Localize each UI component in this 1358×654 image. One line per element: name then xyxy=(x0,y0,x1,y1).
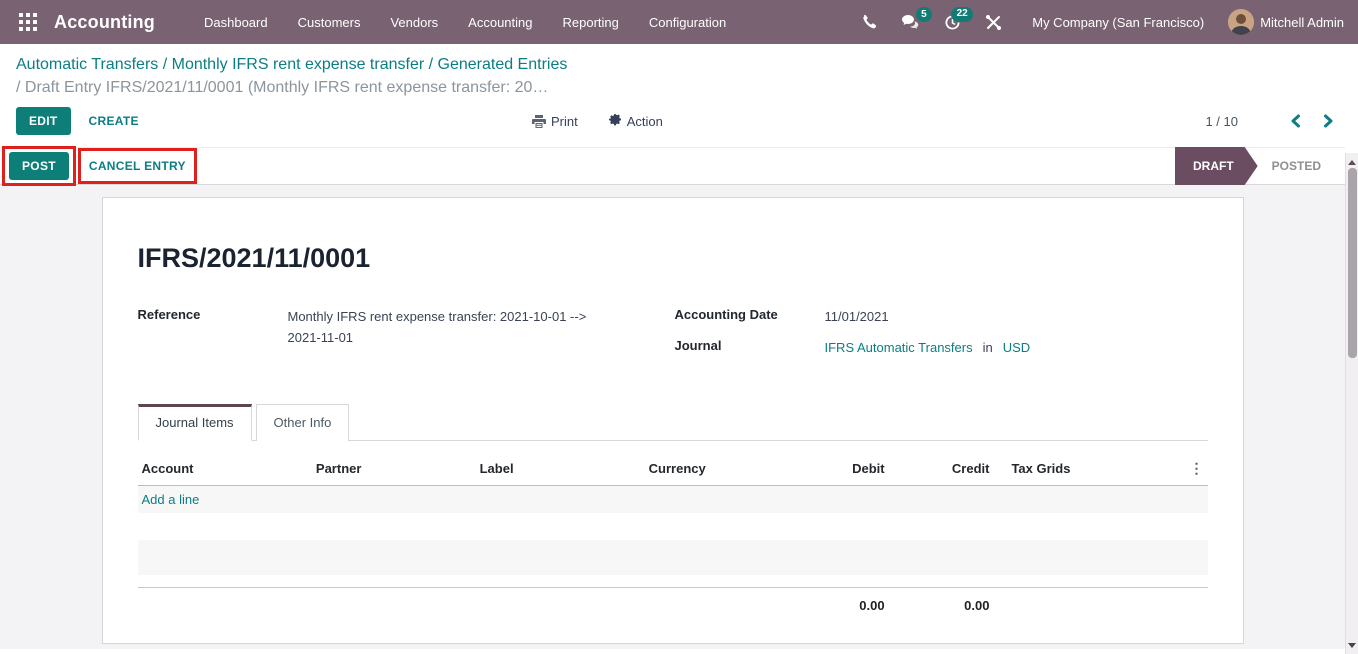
status-widget: DRAFT POSTED xyxy=(1175,147,1345,185)
add-line-row: Add a line xyxy=(138,485,1208,513)
vertical-scrollbar[interactable] xyxy=(1345,153,1358,654)
field-group: Reference Monthly IFRS rent expense tran… xyxy=(138,306,1208,369)
totals-row: 0.00 0.00 xyxy=(138,588,1208,624)
cancel-annotation-box: CANCEL ENTRY xyxy=(78,148,197,184)
activities-badge: 22 xyxy=(951,7,973,22)
breadcrumb: Automatic Transfers / Monthly IFRS rent … xyxy=(0,44,1358,97)
scroll-down-icon[interactable] xyxy=(1348,643,1356,648)
company-switcher[interactable]: My Company (San Francisco) xyxy=(1032,15,1204,30)
top-navbar: Accounting Dashboard Customers Vendors A… xyxy=(0,0,1358,44)
tools-icon[interactable] xyxy=(985,14,1002,31)
notebook-tabs: Journal Items Other Info xyxy=(138,403,1208,441)
pager-previous-icon[interactable] xyxy=(1290,114,1301,128)
col-currency[interactable]: Currency xyxy=(645,451,780,486)
menu-vendors[interactable]: Vendors xyxy=(375,0,453,44)
messages-badge: 5 xyxy=(916,7,933,22)
print-menu[interactable]: Print xyxy=(532,114,578,129)
print-label: Print xyxy=(551,114,578,129)
status-draft[interactable]: DRAFT xyxy=(1175,147,1258,185)
cancel-entry-button[interactable]: CANCEL ENTRY xyxy=(89,159,186,173)
breadcrumb-links[interactable]: Automatic Transfers / Monthly IFRS rent … xyxy=(16,56,1342,74)
accounting-date-value: 11/01/2021 xyxy=(825,306,889,327)
reference-value: Monthly IFRS rent expense transfer: 2021… xyxy=(288,306,623,349)
col-account[interactable]: Account xyxy=(138,451,312,486)
post-annotation-box: POST xyxy=(2,146,76,186)
form-statusbar: POST CANCEL ENTRY DRAFT POSTED xyxy=(0,147,1345,185)
menu-dashboard[interactable]: Dashboard xyxy=(189,0,283,44)
messages-icon[interactable]: 5 xyxy=(901,14,920,30)
table-header-row: Account Partner Label Currency Debit Cre… xyxy=(138,451,1208,486)
journal-in-text: in xyxy=(983,340,993,355)
edit-button[interactable]: EDIT xyxy=(16,107,71,135)
apps-menu-icon[interactable] xyxy=(14,8,42,36)
action-menu[interactable]: Action xyxy=(608,114,663,129)
menu-configuration[interactable]: Configuration xyxy=(634,0,741,44)
entry-name-title: IFRS/2021/11/0001 xyxy=(138,243,1208,274)
col-label[interactable]: Label xyxy=(476,451,645,486)
action-label: Action xyxy=(627,114,663,129)
app-title[interactable]: Accounting xyxy=(54,12,155,33)
col-tax-grids[interactable]: Tax Grids xyxy=(993,451,1179,486)
scrollbar-thumb[interactable] xyxy=(1348,168,1357,358)
printer-icon xyxy=(532,115,546,128)
record-pager: 1 / 10 xyxy=(1205,114,1342,129)
user-avatar xyxy=(1228,9,1254,35)
user-name: Mitchell Admin xyxy=(1260,15,1344,30)
post-button[interactable]: POST xyxy=(9,152,69,180)
main-menu: Dashboard Customers Vendors Accounting R… xyxy=(189,0,741,44)
col-credit[interactable]: Credit xyxy=(889,451,994,486)
journal-currency-link[interactable]: USD xyxy=(1003,340,1030,355)
menu-reporting[interactable]: Reporting xyxy=(548,0,634,44)
pager-next-icon[interactable] xyxy=(1323,114,1334,128)
tab-other-info[interactable]: Other Info xyxy=(256,404,350,441)
total-credit: 0.00 xyxy=(889,588,994,624)
phone-icon[interactable] xyxy=(861,14,877,30)
create-button[interactable]: CREATE xyxy=(89,114,139,128)
journal-link[interactable]: IFRS Automatic Transfers xyxy=(825,340,973,355)
journal-items-table: Account Partner Label Currency Debit Cre… xyxy=(138,451,1208,624)
empty-row-striped xyxy=(138,540,1208,575)
scroll-up-icon[interactable] xyxy=(1348,160,1356,165)
reference-label: Reference xyxy=(138,306,288,349)
col-partner[interactable]: Partner xyxy=(312,451,476,486)
tab-journal-items[interactable]: Journal Items xyxy=(138,404,252,441)
menu-customers[interactable]: Customers xyxy=(283,0,376,44)
empty-row xyxy=(138,575,1208,588)
add-a-line-link[interactable]: Add a line xyxy=(138,485,1208,513)
journal-label: Journal xyxy=(675,337,825,358)
activities-icon[interactable]: 22 xyxy=(944,14,961,31)
control-panel: EDIT CREATE Print Action 1 / 10 xyxy=(0,97,1358,147)
breadcrumb-current: / Draft Entry IFRS/2021/11/0001 (Monthly… xyxy=(16,79,1342,97)
form-view: IFRS/2021/11/0001 Reference Monthly IFRS… xyxy=(0,185,1345,649)
total-debit: 0.00 xyxy=(779,588,888,624)
empty-row xyxy=(138,513,1208,540)
form-sheet: IFRS/2021/11/0001 Reference Monthly IFRS… xyxy=(102,197,1244,644)
status-posted[interactable]: POSTED xyxy=(1258,147,1345,185)
gear-icon xyxy=(608,114,622,128)
column-options-icon[interactable]: ⋮ xyxy=(1180,451,1208,486)
pager-count: 1 / 10 xyxy=(1205,114,1238,129)
user-menu[interactable]: Mitchell Admin xyxy=(1228,9,1344,35)
accounting-date-label: Accounting Date xyxy=(675,306,825,327)
col-debit[interactable]: Debit xyxy=(779,451,888,486)
menu-accounting[interactable]: Accounting xyxy=(453,0,547,44)
